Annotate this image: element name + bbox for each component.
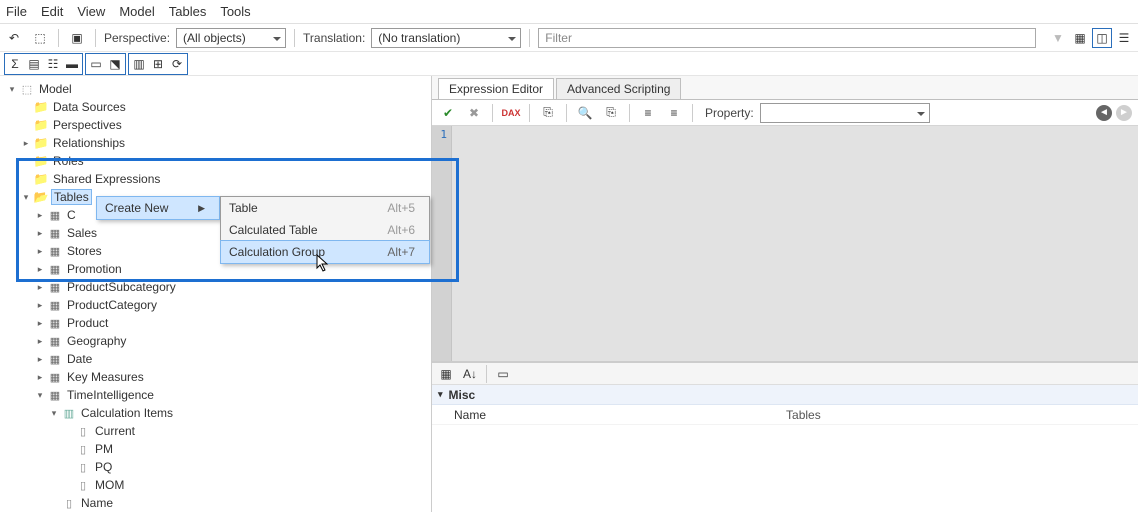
undo-icon[interactable]: ↶	[4, 28, 24, 48]
menu-tools[interactable]: Tools	[220, 4, 250, 19]
context-submenu: TableAlt+5 Calculated TableAlt+6 Calcula…	[220, 196, 430, 264]
perspective-combo[interactable]: (All objects)	[176, 28, 286, 48]
separator	[529, 104, 530, 122]
separator	[486, 365, 487, 383]
stack-icon[interactable]: ▬	[63, 55, 81, 73]
tree-calcitem-current[interactable]: Current	[62, 422, 427, 440]
nav-back-icon[interactable]: ◄	[1096, 105, 1112, 121]
perspective-label: Perspective:	[104, 31, 170, 45]
model-tree-panel: ▾Model Data Sources Perspectives ▸Relati…	[0, 76, 432, 512]
list-icon[interactable]: ▤	[25, 55, 43, 73]
tree-calcitem-pq[interactable]: PQ	[62, 458, 427, 476]
separator	[294, 29, 295, 47]
nav-forward-icon[interactable]: ►	[1116, 105, 1132, 121]
tree-perspectives[interactable]: Perspectives	[20, 116, 427, 134]
indent-icon[interactable]: ≡	[638, 103, 658, 123]
folder-icon[interactable]: ▭	[87, 55, 105, 73]
menu-file[interactable]: File	[6, 4, 27, 19]
tree-root[interactable]: ▾Model	[6, 80, 427, 98]
tree-calcitem-mom[interactable]: MOM	[62, 476, 427, 494]
line-gutter: 1	[432, 126, 452, 361]
ctx-create-new[interactable]: Create New▶	[97, 197, 219, 219]
separator	[529, 29, 530, 47]
property-combo[interactable]	[760, 103, 930, 123]
separator	[58, 29, 59, 47]
find-icon[interactable]: 🔍	[575, 103, 595, 123]
main-toolbar: ↶ ⬚ ▣ Perspective: (All objects) Transla…	[0, 24, 1138, 52]
property-pages-icon[interactable]: ▭	[493, 364, 513, 384]
chart-icon[interactable]: ⬔	[106, 55, 124, 73]
property-value: Tables	[786, 408, 821, 422]
separator	[492, 104, 493, 122]
menu-tables[interactable]: Tables	[169, 4, 207, 19]
filter-input[interactable]: Filter	[538, 28, 1036, 48]
layout-split-icon[interactable]: ◫	[1092, 28, 1112, 48]
translation-label: Translation:	[303, 31, 365, 45]
view-toolbar: Σ ▤ ☷ ▬ ▭ ⬔ ▥ ⊞ ⟳	[0, 52, 1138, 76]
menu-model[interactable]: Model	[119, 4, 154, 19]
property-category-misc[interactable]: ▾Misc	[432, 385, 1138, 405]
categorized-icon[interactable]: ▦	[436, 364, 456, 384]
tree-table-product-subcategory[interactable]: ▸ProductSubcategory	[34, 278, 427, 296]
editor-tabs: Expression Editor Advanced Scripting	[432, 76, 1138, 100]
tree-table-geography[interactable]: ▸Geography	[34, 332, 427, 350]
separator	[629, 104, 630, 122]
tree-table-key-measures[interactable]: ▸Key Measures	[34, 368, 427, 386]
menu-bar: File Edit View Model Tables Tools	[0, 0, 1138, 24]
tree-table-time-intelligence[interactable]: ▾TimeIntelligence	[34, 386, 427, 404]
refresh-icon[interactable]: ⟳	[168, 55, 186, 73]
tree-table-product[interactable]: ▸Product	[34, 314, 427, 332]
tree-column-name[interactable]: Name	[48, 494, 427, 512]
outdent-icon[interactable]: ≡	[664, 103, 684, 123]
tree-roles[interactable]: Roles	[20, 152, 427, 170]
alphabetical-icon[interactable]: A↓	[460, 364, 480, 384]
replace-icon[interactable]: ⎘	[601, 103, 621, 123]
cancel-icon[interactable]: ✖	[464, 103, 484, 123]
ctx-new-calculation-group[interactable]: Calculation GroupAlt+7	[221, 241, 429, 263]
tab-advanced-scripting[interactable]: Advanced Scripting	[556, 78, 681, 99]
sigma-icon[interactable]: Σ	[6, 55, 24, 73]
property-grid: ▦ A↓ ▭ ▾Misc Name Tables	[432, 362, 1138, 512]
hierarchy-icon[interactable]: ☷	[44, 55, 62, 73]
ctx-new-calculated-table[interactable]: Calculated TableAlt+6	[221, 219, 429, 241]
filter-icon[interactable]: ▼	[1048, 28, 1068, 48]
dax-format-icon[interactable]: DAX	[501, 103, 521, 123]
deploy-icon[interactable]: ▣	[67, 28, 87, 48]
right-panel: Expression Editor Advanced Scripting ✔ ✖…	[432, 76, 1138, 512]
tree-data-sources[interactable]: Data Sources	[20, 98, 427, 116]
translation-combo[interactable]: (No translation)	[371, 28, 521, 48]
expression-editor[interactable]: 1	[432, 126, 1138, 362]
tree-relationships[interactable]: ▸Relationships	[20, 134, 427, 152]
columns-icon[interactable]: ▥	[130, 55, 148, 73]
tree-table-product-category[interactable]: ▸ProductCategory	[34, 296, 427, 314]
property-row-name[interactable]: Name Tables	[432, 405, 1138, 425]
separator	[95, 29, 96, 47]
separator	[692, 104, 693, 122]
cube-icon[interactable]: ⬚	[30, 28, 50, 48]
copy-icon[interactable]: ⎘	[538, 103, 558, 123]
accept-icon[interactable]: ✔	[438, 103, 458, 123]
layout-grid-icon[interactable]: ▦	[1070, 28, 1090, 48]
tree-shared-expressions[interactable]: Shared Expressions	[20, 170, 427, 188]
tree-calculation-items[interactable]: ▾Calculation Items	[48, 404, 427, 422]
tree-table-date[interactable]: ▸Date	[34, 350, 427, 368]
layout-list-icon[interactable]: ☰	[1114, 28, 1134, 48]
sort-icon[interactable]: ⊞	[149, 55, 167, 73]
separator	[566, 104, 567, 122]
menu-view[interactable]: View	[77, 4, 105, 19]
ctx-new-table[interactable]: TableAlt+5	[221, 197, 429, 219]
tab-expression-editor[interactable]: Expression Editor	[438, 78, 554, 99]
context-menu: Create New▶	[96, 196, 220, 220]
property-label: Property:	[705, 106, 754, 120]
menu-edit[interactable]: Edit	[41, 4, 63, 19]
tree-calcitem-pm[interactable]: PM	[62, 440, 427, 458]
expression-toolbar: ✔ ✖ DAX ⎘ 🔍 ⎘ ≡ ≡ Property: ◄ ►	[432, 100, 1138, 126]
